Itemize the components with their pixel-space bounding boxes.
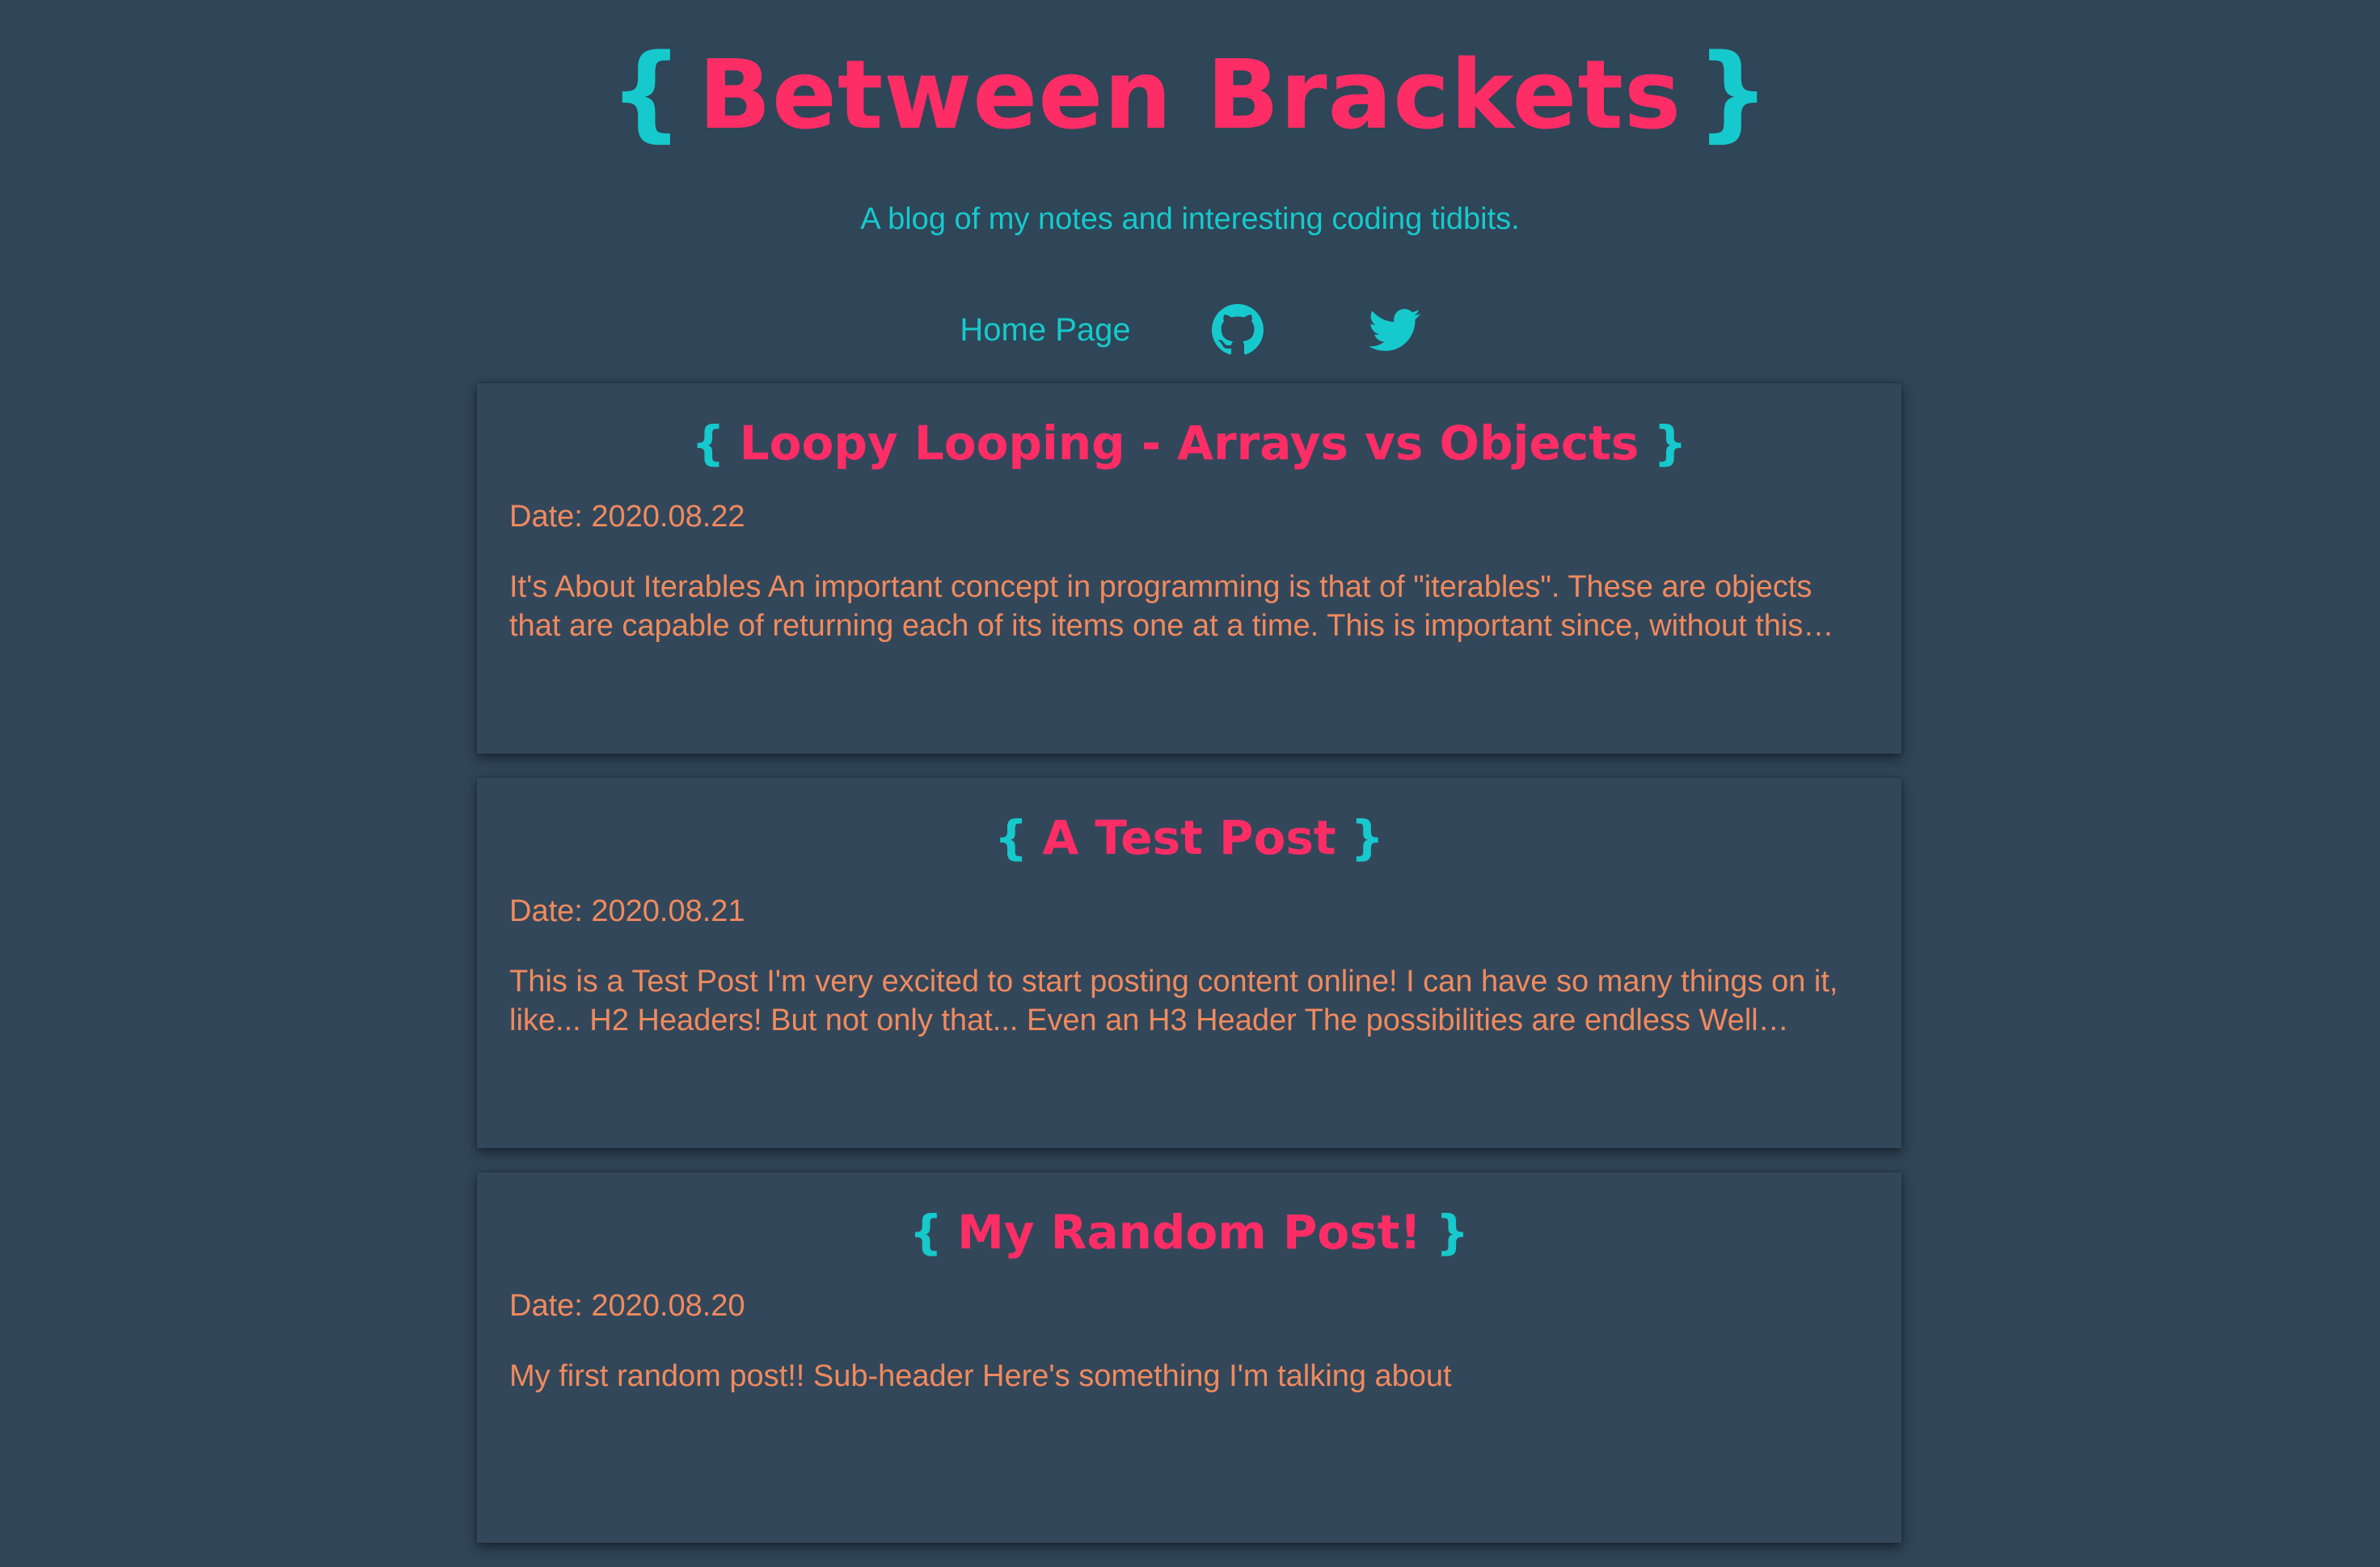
post-excerpt: This is a Test Post I'm very excited to … [509, 965, 1838, 1037]
post-title-text: A Test Post [1042, 810, 1336, 865]
post-card[interactable]: { A Test Post} Date: 2020.08.21 This is a… [477, 778, 1901, 1148]
post-card[interactable]: { My Random Post!} Date: 2020.08.20 My fi… [477, 1172, 1901, 1543]
post-date: Date: 2020.08.20 [509, 1289, 745, 1323]
post-title-text: My Random Post! [957, 1205, 1421, 1260]
main-nav: Home Page [0, 298, 2380, 362]
post-title-close-brace: } [1653, 416, 1687, 471]
post-card[interactable]: { Loopy Looping - Arrays vs Objects} Date… [477, 383, 1901, 754]
post-title-close-brace: } [1350, 810, 1384, 865]
post-title[interactable]: { My Random Post!} [509, 1203, 1869, 1261]
post-date: Date: 2020.08.22 [509, 500, 745, 534]
post-title-open-brace: { [994, 810, 1028, 865]
post-title[interactable]: { A Test Post} [509, 809, 1869, 867]
post-title-text: Loopy Looping - Arrays vs Objects [739, 416, 1639, 471]
post-title-open-brace: { [691, 416, 725, 471]
post-excerpt: My first random post!! Sub-header Here's… [509, 1359, 1452, 1393]
title-close-brace: } [1696, 32, 1771, 153]
post-date: Date: 2020.08.21 [509, 894, 745, 928]
github-icon[interactable] [1211, 304, 1264, 356]
title-open-brace: { [609, 32, 684, 153]
post-list: { Loopy Looping - Arrays vs Objects} Date… [477, 383, 1901, 1567]
twitter-icon[interactable] [1368, 304, 1420, 356]
site-title[interactable]: {Between Brackets} [0, 32, 2380, 154]
site-tagline: A blog of my notes and interesting codin… [860, 202, 1520, 236]
site-header: {Between Brackets} A blog of my notes an… [0, 0, 2380, 362]
post-title-close-brace: } [1435, 1205, 1470, 1260]
post-title-open-brace: { [909, 1205, 943, 1260]
home-page-link[interactable]: Home Page [960, 312, 1130, 348]
site-title-text: Between Brackets [698, 39, 1682, 150]
post-excerpt: It's About Iterables An important concep… [509, 570, 1834, 643]
post-title[interactable]: { Loopy Looping - Arrays vs Objects} [509, 414, 1869, 472]
